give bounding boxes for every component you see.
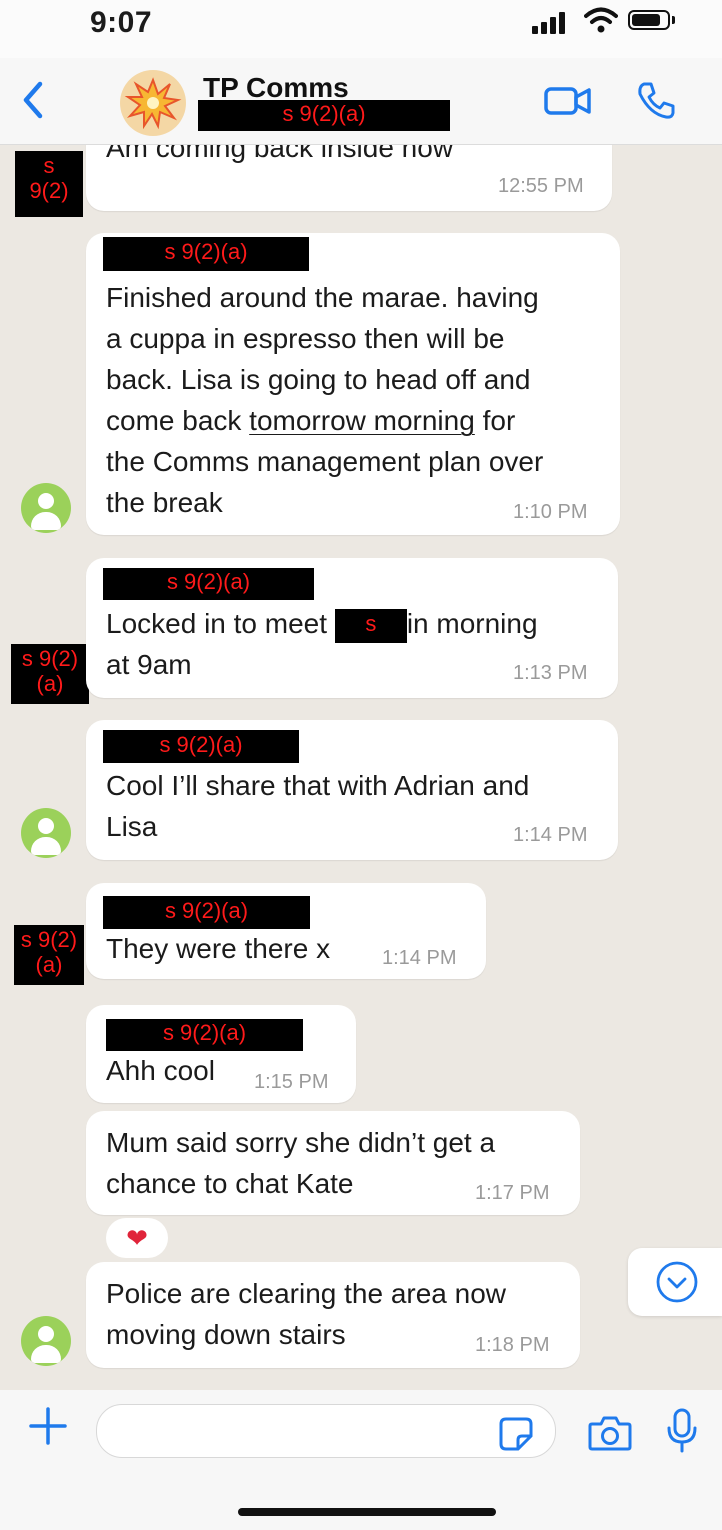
microphone-icon[interactable] [666, 1408, 698, 1454]
message-bubble[interactable]: s 9(2)(a) Ahh cool 1:15 PM [86, 1005, 356, 1103]
message-text: Am coming back inside now [106, 145, 454, 163]
message-bubble[interactable]: s 9(2)(a) Cool I’ll share that with Adri… [86, 720, 618, 860]
camera-icon[interactable] [588, 1414, 632, 1452]
message-bubble[interactable]: Am coming back inside now 12:55 PM [86, 145, 612, 211]
heart-reaction[interactable]: ❤ [106, 1218, 168, 1258]
redaction-box: s 9(2)(a) [103, 237, 309, 271]
redaction-box: s 9(2)(a) [103, 568, 314, 600]
message-list[interactable]: s 9(2) Am coming back inside now 12:55 P… [0, 145, 722, 1390]
message-text: Cool I’ll share that with Adrian and Lis… [106, 770, 530, 842]
redaction-box: s 9(2)(a) [106, 1019, 303, 1051]
redaction-box: s 9(2)(a) [14, 925, 84, 985]
status-time: 9:07 [90, 6, 153, 39]
plus-icon[interactable] [28, 1406, 68, 1446]
wifi-icon [584, 7, 618, 33]
message-text: Ahh cool [106, 1055, 215, 1086]
group-avatar[interactable] [120, 70, 186, 136]
chevron-down-circle-icon [656, 1261, 698, 1303]
message-text: They were there x [106, 933, 331, 964]
message-time: 1:14 PM [382, 947, 457, 969]
message-time: 1:18 PM [475, 1334, 550, 1356]
scroll-down-button[interactable] [628, 1248, 722, 1316]
message-bubble[interactable]: s 9(2)(a) Locked in to meet s in morning … [86, 558, 618, 698]
message-bubble[interactable]: s 9(2)(a) They were there x 1:14 PM [86, 883, 486, 979]
avatar[interactable] [21, 483, 71, 533]
message-bubble[interactable]: s 9(2)(a) Finished around the marae. hav… [86, 233, 620, 535]
message-time: 1:17 PM [475, 1182, 550, 1204]
status-bar: 9:07 [0, 0, 722, 58]
message-time: 1:15 PM [254, 1071, 329, 1093]
redaction-box: s 9(2) [15, 151, 83, 217]
redaction-box: s 9(2)(a) [103, 896, 310, 929]
message-bubble[interactable]: Mum said sorry she didn’t get a chance t… [86, 1111, 580, 1215]
avatar[interactable] [21, 808, 71, 858]
redaction-box: s 9(2)(a) [198, 100, 450, 131]
message-input[interactable] [96, 1404, 556, 1458]
date-link[interactable]: tomorrow morning [249, 405, 475, 436]
explosion-icon [124, 77, 182, 130]
message-text: Finished around the marae. having a cupp… [106, 282, 544, 518]
chat-header: TP Comms s 9(2)(a) [0, 58, 722, 145]
message-time: 1:10 PM [513, 501, 588, 523]
home-indicator [238, 1508, 496, 1516]
message-text: Mum said sorry she didn’t get a chance t… [106, 1127, 496, 1199]
battery-icon [628, 10, 670, 30]
sticker-icon[interactable] [498, 1416, 534, 1452]
message-text: Locked in to meet s in morning at 9am [106, 608, 538, 680]
message-text: Police are clearing the area now moving … [106, 1278, 507, 1350]
message-time: 12:55 PM [498, 175, 584, 197]
redaction-box: s [334, 608, 407, 643]
redaction-box: s 9(2)(a) [103, 730, 299, 763]
video-camera-icon[interactable] [544, 84, 592, 118]
message-time: 1:13 PM [513, 662, 588, 684]
redaction-box: s 9(2)(a) [11, 644, 89, 704]
avatar[interactable] [21, 1316, 71, 1366]
composer-bar [0, 1390, 722, 1530]
phone-icon[interactable] [636, 80, 676, 120]
message-time: 1:14 PM [513, 824, 588, 846]
message-bubble[interactable]: Police are clearing the area now moving … [86, 1262, 580, 1368]
signal-icon [532, 10, 570, 34]
chevron-left-icon[interactable] [18, 80, 48, 120]
